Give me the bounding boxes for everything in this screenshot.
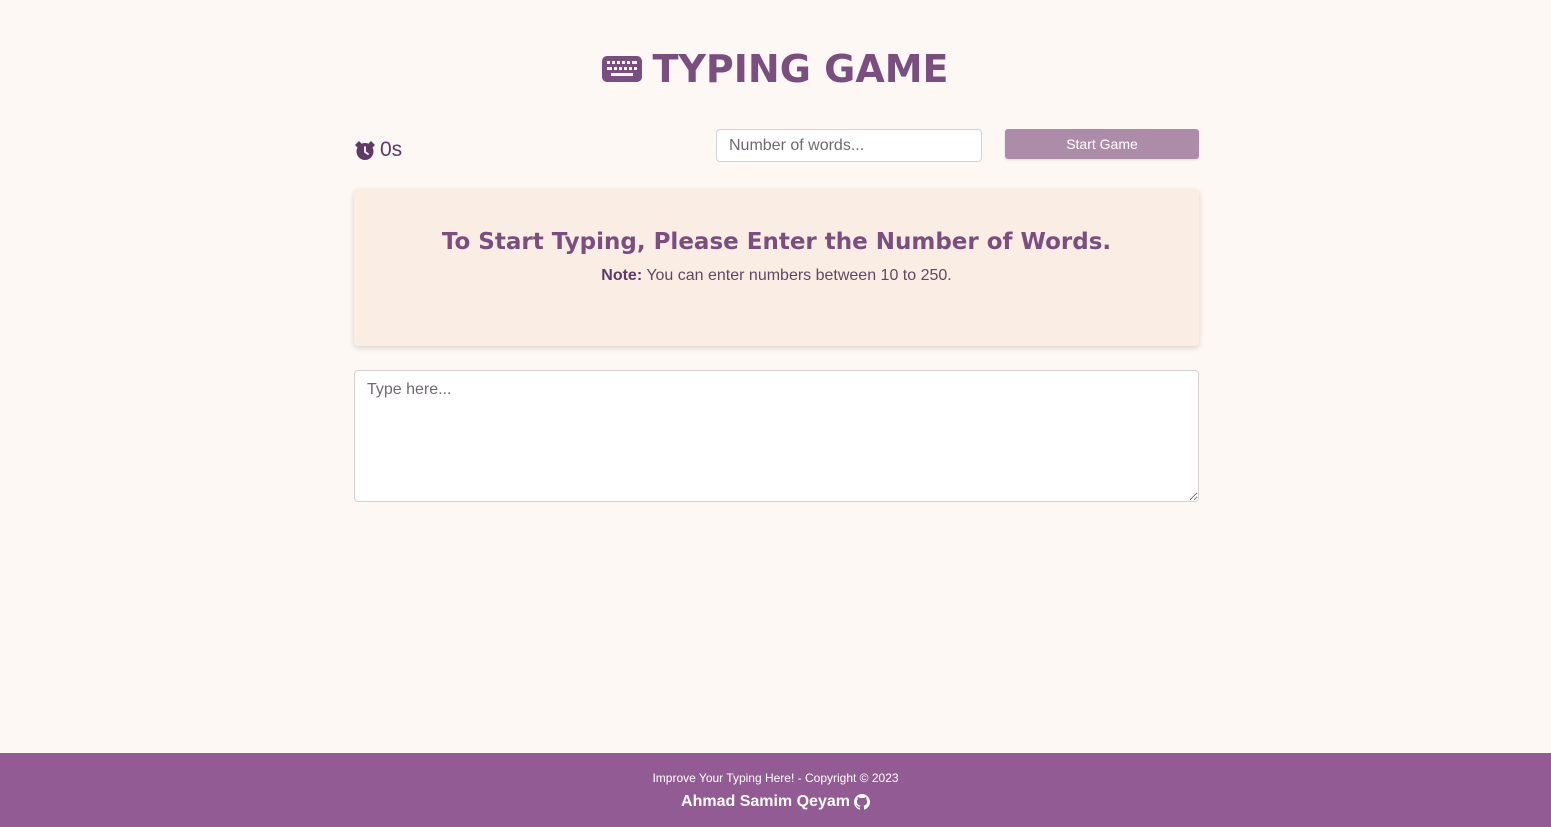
note-text: You can enter numbers between 10 to 250. [646, 267, 952, 284]
instructions-note: Note: You can enter numbers between 10 t… [354, 267, 1199, 285]
keyboard-icon [602, 56, 643, 82]
instructions-heading: To Start Typing, Please Enter the Number… [441, 229, 1112, 255]
timer: 0s [354, 138, 402, 162]
author-name[interactable]: Ahmad Samim Qeyam [681, 793, 850, 811]
note-label: Note: [601, 267, 643, 284]
instructions-panel: To Start Typing, Please Enter the Number… [354, 189, 1199, 346]
start-game-button[interactable]: Start Game [1005, 129, 1199, 159]
timer-value: 0s [380, 138, 403, 161]
word-count-input[interactable] [716, 129, 982, 162]
header: TYPING GAME [0, 44, 1551, 94]
footer-author-link[interactable]: Ahmad Samim Qeyam [0, 793, 1551, 811]
typing-textarea[interactable] [354, 370, 1199, 502]
footer-copyright: Improve Your Typing Here! - Copyright © … [652, 771, 899, 785]
page-title: TYPING GAME [652, 47, 949, 91]
footer: Improve Your Typing Here! - Copyright © … [0, 753, 1551, 827]
github-icon[interactable] [853, 794, 870, 810]
alarm-clock-icon [355, 141, 375, 160]
